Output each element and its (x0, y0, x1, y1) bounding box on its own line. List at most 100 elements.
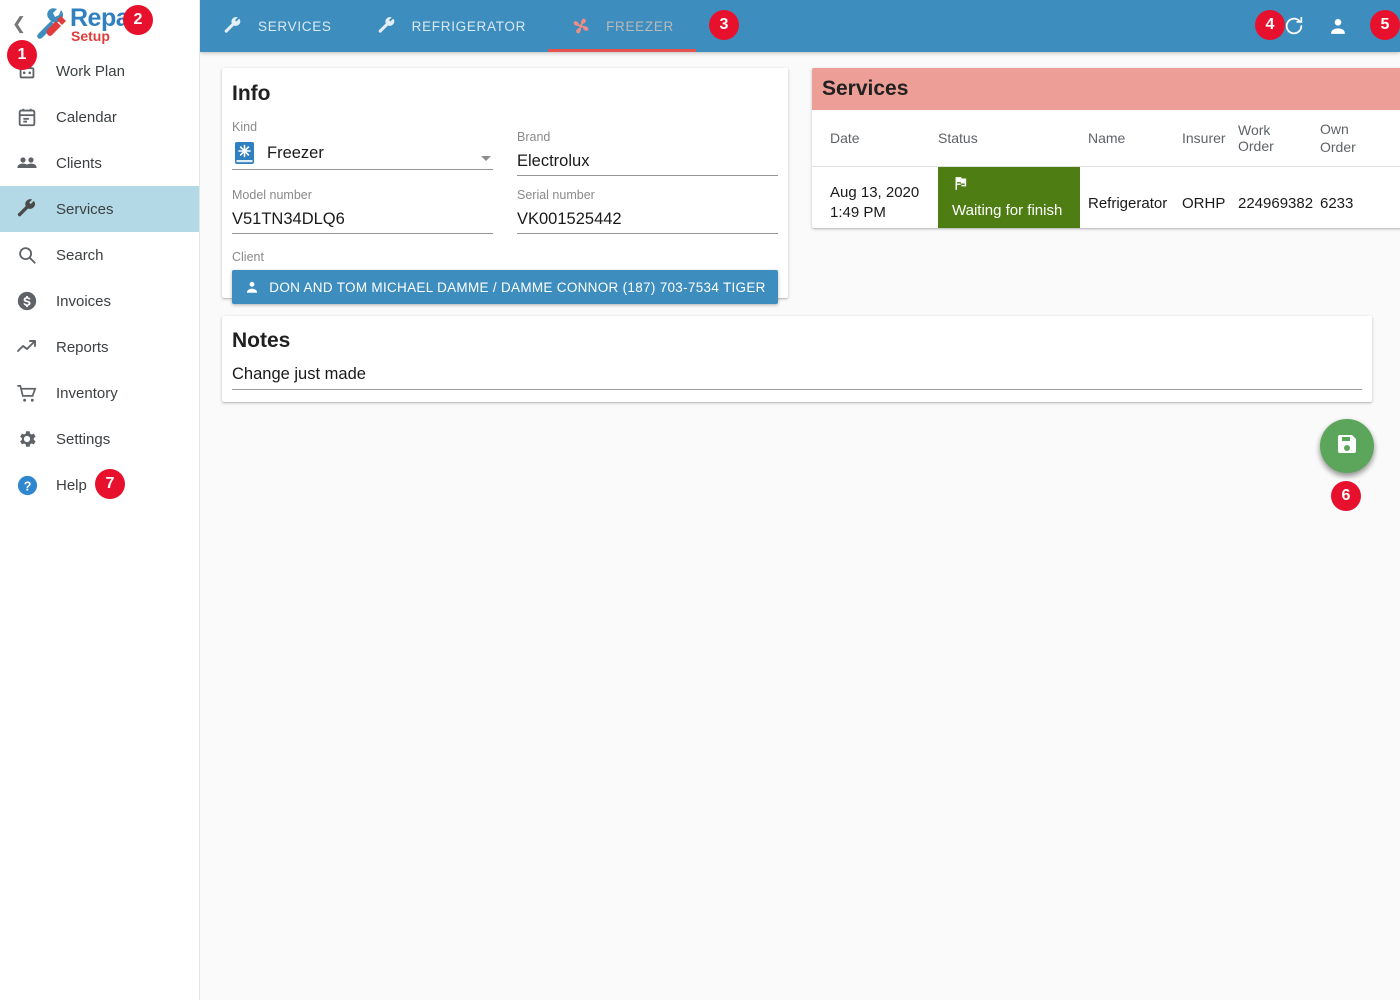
account-icon[interactable] (1316, 0, 1360, 52)
sidebar: ❮ Repair Setup Work Plan Calendar Client… (0, 0, 200, 1000)
sidebar-item-settings[interactable]: Settings (0, 416, 199, 462)
wrench-icon (376, 15, 398, 37)
tab-label: SERVICES (258, 18, 332, 34)
sidebar-item-label: Settings (56, 430, 111, 448)
sidebar-item-calendar[interactable]: Calendar (0, 94, 199, 140)
column-header-status[interactable]: Status (938, 110, 1080, 166)
sidebar-item-label: Invoices (56, 292, 112, 310)
info-fields-row-2: Model number V51TN34DLQ6 Serial number V… (232, 188, 778, 234)
brand-field[interactable]: Brand Electrolux (517, 130, 778, 176)
sidebar-item-clients[interactable]: Clients (0, 140, 199, 186)
sidebar-item-invoices[interactable]: Invoices (0, 278, 199, 324)
serial-number-field[interactable]: Serial number VK001525442 (517, 188, 778, 234)
model-number-field[interactable]: Model number V51TN34DLQ6 (232, 188, 493, 234)
table-row[interactable]: Aug 13, 2020 1:49 PM Waiting for finish … (812, 167, 1400, 228)
fan-icon (570, 15, 592, 37)
annotation-badge-3: 3 (709, 10, 739, 40)
flag-icon (952, 175, 1070, 197)
column-header-name[interactable]: Name (1080, 110, 1176, 166)
sidebar-item-inventory[interactable]: Inventory (0, 370, 199, 416)
cell-date: Aug 13, 2020 1:49 PM (812, 167, 938, 228)
brand-value: Electrolux (517, 152, 590, 170)
kind-value-wrap: Freezer (232, 140, 493, 166)
serial-number-value: VK001525442 (517, 210, 622, 228)
model-number-value: V51TN34DLQ6 (232, 210, 345, 228)
annotation-badge-1: 1 (7, 40, 37, 70)
save-button[interactable] (1320, 419, 1374, 473)
collapse-sidebar-button[interactable]: ❮ (8, 13, 30, 35)
cell-insurer: ORHP (1182, 194, 1226, 212)
person-icon (244, 279, 260, 295)
sidebar-header: ❮ Repair Setup (0, 0, 199, 48)
cell-name: Refrigerator (1088, 194, 1168, 212)
column-header-work-order[interactable]: Work Order (1232, 110, 1314, 166)
column-header-own-order[interactable]: Own Order (1314, 110, 1374, 166)
annotation-badge-4: 4 (1255, 10, 1285, 40)
serial-number-label: Serial number (517, 188, 595, 202)
brand-label: Brand (517, 130, 551, 144)
notes-input[interactable]: Change just made (232, 365, 1362, 390)
wrench-icon (222, 15, 244, 37)
client-button-label: DON AND TOM MICHAEL DAMME / DAMME CONNOR… (269, 279, 766, 295)
annotation-badge-2: 2 (123, 5, 153, 35)
services-card: Services Date Status Name Insurer Work O… (812, 68, 1400, 228)
kind-value: Freezer (267, 144, 324, 162)
tab-label: FREEZER (606, 18, 674, 34)
kind-field-column: Kind Freezer (232, 120, 493, 176)
client-label: Client (232, 250, 264, 264)
wrench-screwdriver-icon (36, 7, 72, 41)
services-table: Date Status Name Insurer Work Order Own … (812, 110, 1400, 228)
sidebar-item-label: Work Plan (56, 62, 125, 80)
services-card-title: Services (822, 77, 909, 100)
cell-own-order: 6233 (1320, 194, 1354, 212)
info-card-title: Info (232, 82, 271, 105)
client-field: Client DON AND TOM MICHAEL DAMME / DAMME… (232, 250, 778, 304)
sidebar-item-search[interactable]: Search (0, 232, 199, 278)
save-icon (1335, 432, 1359, 461)
wrench-icon (14, 196, 40, 222)
model-number-label: Model number (232, 188, 312, 202)
client-button[interactable]: DON AND TOM MICHAEL DAMME / DAMME CONNOR… (232, 270, 778, 304)
main-content: Info Kind Freezer Brand Electrolux Model… (200, 52, 1400, 1000)
sidebar-item-label: Clients (56, 154, 102, 172)
model-field-column: Model number V51TN34DLQ6 (232, 188, 493, 234)
cell-date-time: 1:49 PM (830, 204, 886, 221)
tab-refrigerator[interactable]: REFRIGERATOR (354, 0, 548, 52)
column-header-date[interactable]: Date (812, 110, 938, 166)
chevron-down-icon[interactable] (481, 156, 491, 161)
sidebar-item-label: Calendar (56, 108, 117, 126)
column-header-insurer[interactable]: Insurer (1176, 110, 1232, 166)
cell-date-day: Aug 13, 2020 (830, 184, 920, 201)
sidebar-item-reports[interactable]: Reports (0, 324, 199, 370)
calendar-icon (14, 104, 40, 130)
sidebar-item-label: Help (56, 476, 87, 494)
tab-services[interactable]: SERVICES (200, 0, 354, 52)
sidebar-item-label: Services (56, 200, 114, 218)
serial-field-column: Serial number VK001525442 (517, 188, 778, 234)
cell-status: Waiting for finish (938, 167, 1080, 228)
status-label: Waiting for finish (952, 202, 1063, 219)
info-card: Info Kind Freezer Brand Electrolux Model… (222, 68, 788, 304)
kind-label: Kind (232, 120, 258, 134)
sidebar-item-label: Search (56, 246, 104, 264)
services-table-header: Date Status Name Insurer Work Order Own … (812, 110, 1400, 167)
kind-field[interactable]: Kind Freezer (232, 120, 493, 170)
sidebar-item-services[interactable]: Services (0, 186, 199, 232)
notes-card: Notes Change just made (222, 316, 1372, 402)
info-fields-row-1: Kind Freezer Brand Electrolux (232, 120, 778, 176)
annotation-badge-5: 5 (1370, 10, 1400, 40)
dollar-circle-icon (14, 288, 40, 314)
tab-label: REFRIGERATOR (411, 18, 527, 34)
cart-icon (14, 380, 40, 406)
top-navigation-bar: SERVICES REFRIGERATOR FREEZER (200, 0, 1400, 52)
app-root: ❮ Repair Setup Work Plan Calendar Client… (0, 0, 1400, 1000)
annotation-badge-6: 6 (1331, 481, 1361, 511)
services-card-header: Services (812, 68, 1400, 110)
tab-freezer[interactable]: FREEZER (548, 0, 696, 52)
svg-text:?: ? (23, 479, 31, 493)
gear-icon (14, 426, 40, 452)
annotation-badge-7: 7 (95, 469, 125, 499)
trending-up-icon (14, 334, 40, 360)
sidebar-item-label: Inventory (56, 384, 118, 402)
search-icon (14, 242, 40, 268)
